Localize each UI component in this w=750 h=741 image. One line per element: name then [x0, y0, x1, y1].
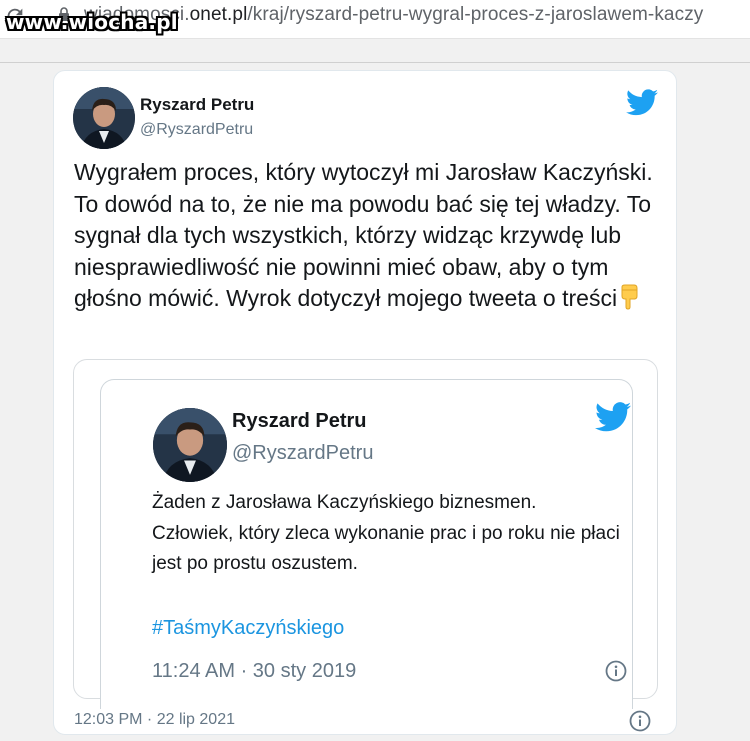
tweet-body: Wygrałem proces, który wytoczył mi Jaros… [74, 159, 653, 311]
quoted-author-name[interactable]: Ryszard Petru [232, 410, 367, 433]
quoted-tweet-frame: Ryszard Petru @RyszardPetru Żaden z Jaro… [73, 359, 658, 709]
quoted-tweet[interactable]: Ryszard Petru @RyszardPetru Żaden z Jaro… [100, 379, 633, 709]
quoted-avatar[interactable] [153, 408, 227, 482]
quoted-tweet-text: Żaden z Jarosława Kaczyńskiego biznesmen… [152, 492, 620, 574]
url-domain: onet.pl [189, 4, 248, 25]
twitter-bird-icon[interactable] [595, 402, 631, 432]
info-icon[interactable] [605, 660, 627, 682]
tweet-text: Wygrałem proces, który wytoczył mi Jaros… [74, 157, 674, 315]
avatar[interactable] [73, 87, 135, 149]
author-name[interactable]: Ryszard Petru [140, 95, 254, 115]
author-handle[interactable]: @RyszardPetru [140, 121, 253, 139]
site-watermark: www.wiocha.pl [6, 10, 178, 34]
hashtag-link[interactable]: #TaśmyKaczyńskiego [152, 617, 344, 640]
pointing-down-emoji-icon [621, 284, 638, 310]
tweet-timestamp[interactable]: 12:03 PM · 22 lip 2021 [74, 711, 235, 729]
embedded-tweet[interactable]: Ryszard Petru @RyszardPetru Wygrałem pro… [53, 70, 677, 735]
info-icon[interactable] [629, 710, 651, 732]
quoted-author-handle[interactable]: @RyszardPetru [232, 442, 373, 465]
url-path: /kraj/ryszard-petru-wygral-proces-z-jaro… [247, 4, 704, 25]
twitter-bird-icon[interactable] [626, 89, 658, 116]
quoted-timestamp[interactable]: 11:24 AM · 30 sty 2019 [152, 660, 356, 683]
browser-address-bar: wiadomosci.onet.pl/kraj/ryszard-petru-wy… [0, 0, 750, 39]
page-divider [0, 62, 750, 63]
